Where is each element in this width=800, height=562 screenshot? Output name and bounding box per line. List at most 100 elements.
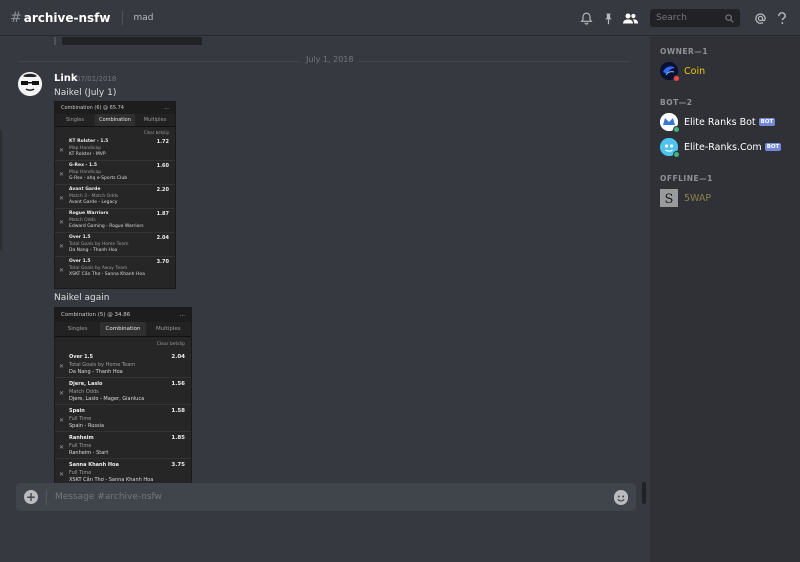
bet-match: G-Rex - ahq e-Sports Club xyxy=(69,176,128,181)
bet-row: ✕ G-Rex - 1.5 1.60 Map Handicap G-Rex - ahq … xyxy=(55,161,175,185)
discord-window: # archive-nsfw mad Search July 1, 2018 L… xyxy=(0,0,800,562)
bet-row: ✕ Over 1.5 2.04 Total Goals by Home Team Da … xyxy=(55,233,175,257)
tab-singles: Singles xyxy=(67,326,88,332)
bet-row: ✕ Over 1.5 3.70 Total Goals by Away Team XSK… xyxy=(55,257,175,281)
member-5wap[interactable]: S 5WAP xyxy=(660,188,795,208)
bet-match: Da Nang - Thanh Hoa xyxy=(69,369,123,375)
bet-odds: 3.75 xyxy=(171,462,185,468)
tab-combination: Combination xyxy=(100,322,146,336)
bell-icon[interactable] xyxy=(578,10,594,26)
remove-icon: ✕ xyxy=(59,195,65,202)
betslip-tabs: Singles Combination Multiples xyxy=(55,322,191,337)
bet-selection: Sanna Khanh Hoa xyxy=(69,462,119,468)
tab-multiples: Multiples xyxy=(143,117,167,123)
remove-icon: ✕ xyxy=(59,417,65,424)
bet-market: Full Time xyxy=(69,443,92,449)
avatar xyxy=(660,62,680,82)
bet-row: ✕ Sanna Khanh Hoa 3.75 Full Time XSKT Cần Th… xyxy=(55,459,191,486)
member-coin[interactable]: Coin xyxy=(660,61,795,82)
bet-row: ✕ KT Rolster - 1.5 1.72 Map Handicap KT Rols… xyxy=(55,137,175,161)
bet-match: Edward Gaming - Rogue Warriors xyxy=(69,224,144,229)
bet-market: Match 3 - Match Odds xyxy=(69,194,119,199)
remove-icon: ✕ xyxy=(59,444,65,451)
date-divider: July 1, 2018 xyxy=(300,55,360,64)
search-placeholder: Search xyxy=(656,13,687,23)
bet-odds: 2.04 xyxy=(156,235,169,241)
bet-market: Match Odds xyxy=(69,389,99,395)
bet-market: Map Handicap xyxy=(69,146,102,151)
bet-market: Full Time xyxy=(69,416,92,422)
betslip-header: Combination (6) @ 65.74 ... xyxy=(55,102,175,114)
bet-match: Da Nang - Thanh Hoa xyxy=(69,248,118,253)
bet-odds: 2.04 xyxy=(171,354,185,360)
emoji-icon[interactable] xyxy=(614,490,628,505)
pin-icon[interactable] xyxy=(600,10,616,26)
member-group-owner: OWNER—1 xyxy=(660,47,709,56)
bet-selection: Over 1.5 xyxy=(69,259,91,264)
bet-row: ✕ Over 1.5 2.04 Total Goals by Home Team Da … xyxy=(55,351,191,378)
bet-market: Total Goals by Home Team xyxy=(69,242,129,247)
members-icon[interactable] xyxy=(622,10,638,26)
member-name: Elite Ranks Bot xyxy=(684,116,756,128)
bet-selection: Over 1.5 xyxy=(69,235,91,240)
bet-match: Spain - Russia xyxy=(69,423,105,429)
svg-text:S: S xyxy=(665,192,674,207)
bet-row: ✕ Ranheim 1.85 Full Time Ranheim - Start xyxy=(55,432,191,459)
bet-match: Ranheim - Start xyxy=(69,450,109,456)
help-icon[interactable] xyxy=(774,10,790,26)
channel-name: archive-nsfw xyxy=(23,10,111,25)
previous-embed xyxy=(62,37,202,45)
tab-multiples: Multiples xyxy=(155,326,181,332)
bet-odds: 1.60 xyxy=(156,163,169,169)
remove-icon: ✕ xyxy=(59,219,65,226)
message-author[interactable]: Link xyxy=(54,73,78,84)
dnd-status-icon xyxy=(673,75,680,82)
search-icon xyxy=(725,13,734,23)
bet-row: ✕ Avant Garde 2.20 Match 3 - Match Odds Avan… xyxy=(55,185,175,209)
remove-icon: ✕ xyxy=(59,267,65,274)
remove-icon: ✕ xyxy=(59,471,65,478)
left-edge-scrollbar xyxy=(0,130,2,250)
channel-topic: mad xyxy=(122,10,153,25)
more-icon: ... xyxy=(164,105,169,111)
tab-combination: Combination xyxy=(95,114,135,126)
remove-icon: ✕ xyxy=(59,363,65,370)
clear-betslip: Clear betslip xyxy=(143,130,169,135)
member-list: OWNER—1 Coin BOT—2 Elite Ranks Bot BOT E… xyxy=(650,37,800,562)
message-input[interactable]: Message #archive-nsfw xyxy=(55,492,614,502)
remove-icon: ✕ xyxy=(59,147,65,154)
member-elite-ranks-com[interactable]: Elite-Ranks.Com BOT xyxy=(660,137,795,158)
message-text: Naikel again xyxy=(54,293,110,303)
bot-badge: BOT xyxy=(764,143,782,151)
avatar[interactable] xyxy=(18,72,42,96)
avatar xyxy=(660,113,680,133)
bet-selection: Djere, Laslo xyxy=(69,381,103,387)
betslip-title: Combination (6) @ 65.74 xyxy=(61,105,124,111)
chat-scrollbar[interactable] xyxy=(642,482,646,504)
member-name: 5WAP xyxy=(684,192,712,204)
betslip-header: Combination (5) @ 34.86 ... xyxy=(55,308,191,322)
online-status-icon xyxy=(673,151,680,158)
search-input[interactable]: Search xyxy=(650,9,740,27)
bet-match: KT Rolster - MVP xyxy=(69,152,106,157)
bet-market: Total Goals by Home Team xyxy=(69,362,136,368)
bet-selection: Ranheim xyxy=(69,435,94,441)
betslip-image[interactable]: Combination (5) @ 34.86 ... Singles Comb… xyxy=(54,307,192,493)
previous-embed-bar xyxy=(54,37,56,45)
clear-betslip: Clear betslip xyxy=(156,342,185,347)
add-attachment-button[interactable]: + xyxy=(24,490,38,504)
betslip-image[interactable]: Combination (6) @ 65.74 ... Singles Comb… xyxy=(54,101,176,289)
message-composer[interactable]: + Message #archive-nsfw xyxy=(16,483,636,511)
bet-odds: 1.56 xyxy=(171,381,185,387)
bet-selection: G-Rex - 1.5 xyxy=(69,163,97,168)
mention-icon[interactable] xyxy=(752,10,768,26)
member-name: Coin xyxy=(684,65,706,77)
message-text: Naikel (July 1) xyxy=(54,88,117,98)
bet-market: Map Handicap xyxy=(69,170,102,175)
bot-badge: BOT xyxy=(758,118,776,126)
channel-header: # archive-nsfw mad Search xyxy=(0,0,800,36)
bet-odds: 1.72 xyxy=(156,139,169,145)
bet-odds: 1.85 xyxy=(171,435,185,441)
member-elite-ranks-bot[interactable]: Elite Ranks Bot BOT xyxy=(660,112,795,133)
bet-row: ✕ Spain 1.58 Full Time Spain - Russia xyxy=(55,405,191,432)
